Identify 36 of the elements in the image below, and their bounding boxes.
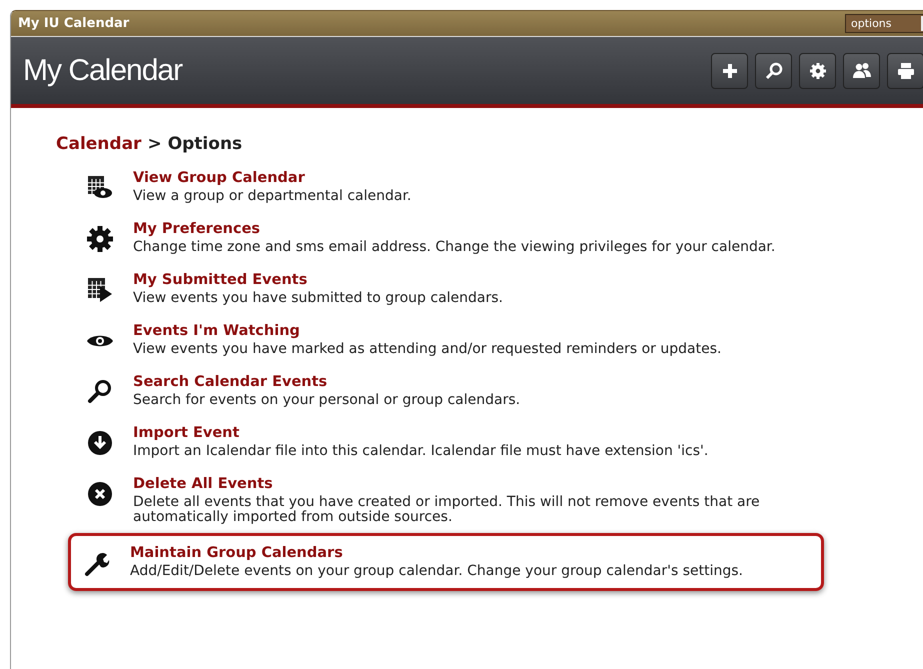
- option-link[interactable]: Maintain Group Calendars: [130, 545, 835, 561]
- option-link[interactable]: Delete All Events: [133, 476, 838, 492]
- option-description: Import an Icalendar file into this calendar. Icalendar file must have extension 'ics'.: [133, 444, 710, 459]
- plus-button[interactable]: [711, 52, 748, 88]
- printer-button[interactable]: [887, 52, 923, 88]
- option-description: View a group or departmental calendar.: [133, 189, 412, 204]
- close-circle-icon: [86, 480, 114, 508]
- people-icon: [852, 60, 872, 80]
- search-button[interactable]: [755, 52, 792, 88]
- option-description: View events you have submitted to group calendars.: [133, 291, 504, 306]
- search-icon: [764, 60, 784, 80]
- view-select[interactable]: options: [845, 14, 923, 33]
- people-button[interactable]: [843, 52, 880, 88]
- calendar-play-icon: [86, 276, 114, 304]
- gear-icon: [86, 225, 114, 253]
- option-description: Delete all events that you have created or imported. This will not remove events that are automatically imported from outside sources.: [133, 495, 761, 525]
- window-title: My IU Calendar: [18, 16, 130, 31]
- option-description: Change time zone and sms email address. Change the viewing privileges for your calendar.: [133, 240, 776, 255]
- gear-button[interactable]: [799, 52, 836, 88]
- option-link[interactable]: Search Calendar Events: [133, 374, 838, 390]
- breadcrumb-separator: >: [147, 134, 162, 154]
- option-link[interactable]: Import Event: [133, 425, 838, 441]
- search-icon: [86, 378, 114, 406]
- printer-icon: [896, 60, 916, 80]
- option-description: Search for events on your personal or group calendars.: [133, 393, 522, 408]
- gear-icon: [808, 60, 828, 80]
- breadcrumb-current: Options: [168, 134, 242, 154]
- option-description: Add/Edit/Delete events on your group calendar. Change your group calendar's settings.: [130, 564, 744, 579]
- option-link[interactable]: Events I'm Watching: [133, 323, 838, 339]
- arrow-down-circle-icon: [86, 429, 114, 457]
- option-description: View events you have marked as attending and/or requested reminders or updates.: [133, 342, 722, 357]
- option-link[interactable]: My Submitted Events: [133, 272, 838, 288]
- breadcrumb-link[interactable]: Calendar: [56, 134, 142, 154]
- option-link[interactable]: View Group Calendar: [133, 170, 838, 186]
- page-title: My Calendar: [23, 54, 182, 88]
- option-link[interactable]: My Preferences: [133, 221, 838, 237]
